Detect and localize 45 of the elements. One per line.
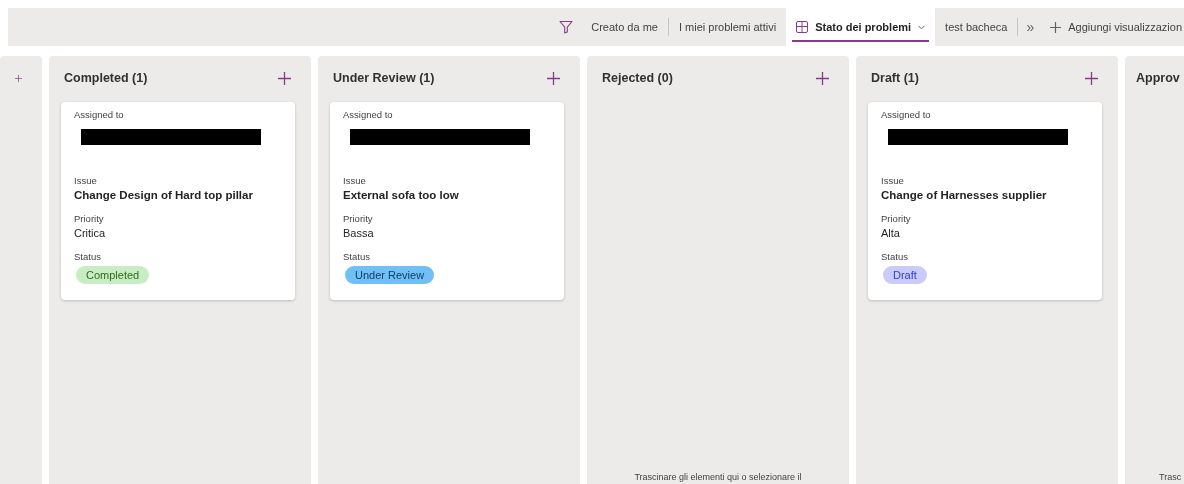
- empty-column-hint: Trasc: [1159, 472, 1183, 482]
- field-label: Priority: [881, 213, 911, 224]
- issue-title: Change Design of Hard top pillar: [74, 189, 253, 201]
- status-tag: Draft: [883, 266, 927, 284]
- view-tab[interactable]: I miei problemi attivi: [668, 8, 787, 46]
- column-title: Rejected (0): [602, 71, 673, 85]
- field-label: Issue: [74, 175, 97, 186]
- priority-value: Bassa: [343, 227, 374, 239]
- issue-title: External sofa too low: [343, 189, 459, 201]
- issue-card[interactable]: Assigned to Issue External sofa too low Priority Bassa Status Under Review: [330, 102, 564, 300]
- add-icon[interactable]: [547, 71, 560, 85]
- issue-title: Change of Harnesses supplier: [881, 189, 1047, 201]
- priority-value: Critica: [74, 227, 106, 239]
- add-view-button[interactable]: Aggiungi visualizzazion: [1042, 8, 1184, 46]
- field-label: Status: [881, 251, 908, 262]
- status-tag: Completed: [76, 266, 150, 284]
- add-icon: [1050, 21, 1062, 33]
- priority-value: Alta: [881, 227, 900, 239]
- field-label: Priority: [74, 213, 104, 224]
- field-label: Status: [74, 251, 101, 262]
- view-tab[interactable]: test bacheca: [935, 8, 1018, 46]
- status-tag: Under Review: [345, 266, 435, 284]
- add-icon[interactable]: [278, 71, 291, 85]
- issue-card[interactable]: Assigned to Issue Change Design of Hard top pillar Priority Critica Status Completed: [61, 102, 295, 300]
- column-title: Completed (1): [64, 71, 148, 85]
- field-label: Assigned to: [74, 109, 124, 120]
- more-views-button[interactable]: »: [1018, 8, 1043, 46]
- field-label: Issue: [881, 175, 904, 186]
- field-label: Assigned to: [881, 109, 931, 120]
- field-label: Assigned to: [343, 109, 393, 120]
- column-title: Approv: [1136, 71, 1180, 85]
- empty-column-hint: Trascinare gli elementi qui o selezionare il: [633, 472, 803, 482]
- column-title: Draft (1): [871, 71, 919, 85]
- column-title: Under Review (1): [333, 71, 435, 85]
- view-tab[interactable]: Creato da me: [581, 8, 668, 46]
- filter-icon[interactable]: [559, 20, 574, 34]
- view-tab[interactable]: Stato dei problemi: [786, 8, 936, 46]
- board-icon: [796, 21, 809, 33]
- add-icon[interactable]: [816, 71, 829, 85]
- field-label: Issue: [343, 175, 366, 186]
- field-label: Status: [343, 251, 370, 262]
- issue-card[interactable]: Assigned to Issue Change of Harnesses supplier Priority Alta Status Draft: [868, 102, 1102, 300]
- field-label: Priority: [343, 213, 373, 224]
- add-icon[interactable]: [1085, 71, 1098, 85]
- chevron-icon[interactable]: [918, 24, 926, 30]
